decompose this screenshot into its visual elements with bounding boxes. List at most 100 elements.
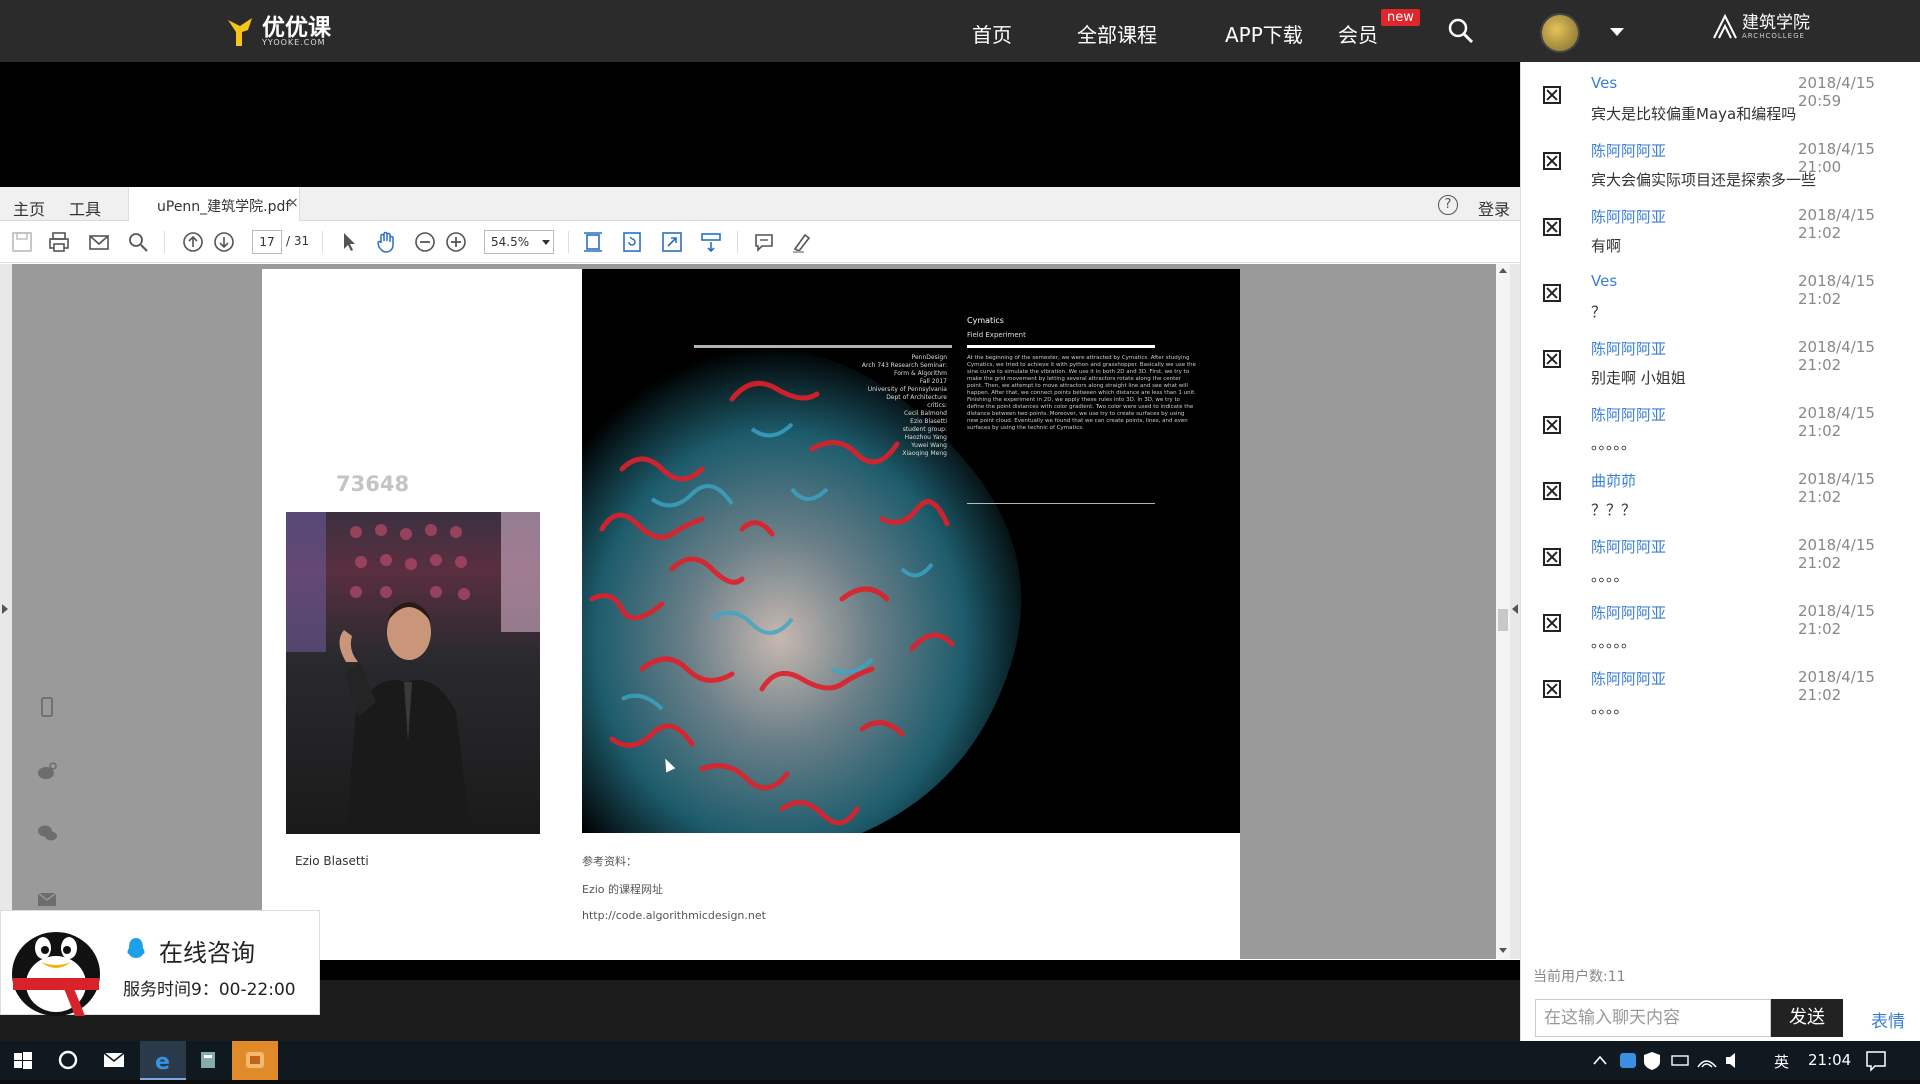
close-box-icon[interactable] <box>1543 218 1561 236</box>
zoom-value: 54.5% <box>491 235 530 249</box>
rotate-view-icon[interactable] <box>620 230 644 254</box>
video-app-icon[interactable] <box>232 1041 278 1080</box>
chat-timestamp: 2018/4/15 21:02 <box>1798 404 1875 440</box>
find-icon[interactable] <box>126 230 150 254</box>
app-window-icon[interactable] <box>186 1041 232 1080</box>
right-panel-toggle[interactable] <box>1510 264 1520 959</box>
weibo-icon[interactable] <box>36 760 58 782</box>
close-box-icon[interactable] <box>1543 482 1561 500</box>
zoom-out-icon[interactable] <box>413 230 437 254</box>
document-tab[interactable]: uPenn_建筑学院.pdf × <box>128 187 300 221</box>
mobile-icon[interactable] <box>36 696 58 718</box>
chat-timestamp: 2018/4/15 21:02 <box>1798 602 1875 638</box>
scroll-mode-icon[interactable] <box>699 230 723 254</box>
artwork-rule <box>967 503 1155 504</box>
scroll-up-arrow-icon[interactable] <box>1499 268 1507 273</box>
nav-app-download[interactable]: APP下载 <box>1225 19 1303 48</box>
close-icon[interactable]: × <box>287 195 299 211</box>
partner-brand[interactable]: 建筑学院 ARCHCOLLEGE <box>1712 14 1810 40</box>
chat-timestamp: 2018/4/15 21:02 <box>1798 206 1875 242</box>
chat-timestamp: 2018/4/15 21:02 <box>1798 272 1875 308</box>
chat-username[interactable]: Ves <box>1591 272 1617 290</box>
taskbar-clock[interactable]: 21:04 <box>1808 1051 1851 1069</box>
chat-username[interactable]: 曲茆茆 <box>1591 470 1636 491</box>
highlight-pen-icon[interactable] <box>790 230 814 254</box>
zoom-in-icon[interactable] <box>444 230 468 254</box>
close-box-icon[interactable] <box>1543 416 1561 434</box>
comment-icon[interactable] <box>752 230 776 254</box>
chat-username[interactable]: 陈阿阿阿亚 <box>1591 338 1666 359</box>
chat-text: ？？？ <box>1591 501 1637 519</box>
close-box-icon[interactable] <box>1543 614 1561 632</box>
select-cursor-icon[interactable] <box>337 230 361 254</box>
page-number-input[interactable]: 17 <box>252 230 282 254</box>
chat-text: 。。。。。 <box>1591 633 1637 651</box>
page-down-icon[interactable] <box>212 230 236 254</box>
chat-timestamp: 2018/4/15 21:02 <box>1798 338 1875 374</box>
logo-text: 优优课 <box>262 15 331 41</box>
video-player[interactable]: 主页 工具 uPenn_建筑学院.pdf × ? 登录 17 / 31 54.5… <box>0 62 1520 1042</box>
chat-username[interactable]: 陈阿阿阿亚 <box>1591 536 1666 557</box>
close-box-icon[interactable] <box>1543 152 1561 170</box>
close-box-icon[interactable] <box>1543 350 1561 368</box>
left-panel-toggle[interactable] <box>0 264 12 959</box>
vertical-scrollbar[interactable] <box>1496 264 1510 959</box>
archcollege-logo-icon <box>1713 14 1737 39</box>
input-language-indicator[interactable]: 英 <box>1774 1051 1789 1072</box>
close-box-icon[interactable] <box>1543 284 1561 302</box>
user-avatar[interactable] <box>1540 13 1580 53</box>
nav-all-courses[interactable]: 全部课程 <box>1077 19 1157 48</box>
close-box-icon[interactable] <box>1543 680 1561 698</box>
full-screen-icon[interactable] <box>660 230 684 254</box>
scrollbar-thumb[interactable] <box>1498 609 1508 631</box>
hand-tool-icon[interactable] <box>374 230 398 254</box>
nav-membership[interactable]: 会员 <box>1338 19 1378 48</box>
help-icon[interactable]: ? <box>1438 195 1458 215</box>
save-icon[interactable] <box>10 230 34 254</box>
close-box-icon[interactable] <box>1543 548 1561 566</box>
chevron-down-icon[interactable] <box>542 240 550 245</box>
mail-app-icon[interactable] <box>92 1041 138 1080</box>
edge-browser-icon[interactable]: e <box>140 1041 186 1080</box>
email-icon[interactable] <box>87 230 111 254</box>
reference-name: Ezio 的课程网址 <box>582 883 664 896</box>
chat-username[interactable]: 陈阿阿阿亚 <box>1591 602 1666 623</box>
menu-tools[interactable]: 工具 <box>69 196 101 220</box>
online-user-count: 当前用户数:11 <box>1533 969 1626 985</box>
search-icon[interactable] <box>1447 17 1475 45</box>
print-icon[interactable] <box>47 230 71 254</box>
reference-url[interactable]: http://code.algorithmicdesign.net <box>582 909 766 922</box>
notification-center-icon[interactable] <box>1864 1049 1888 1073</box>
fit-page-icon[interactable] <box>581 230 605 254</box>
nav-home[interactable]: 首页 <box>972 19 1012 48</box>
chat-username[interactable]: 陈阿阿阿亚 <box>1591 668 1666 689</box>
close-box-icon[interactable] <box>1543 86 1561 104</box>
chat-input[interactable]: 在这输入聊天内容 <box>1535 999 1771 1037</box>
scroll-down-arrow-icon[interactable] <box>1499 948 1507 953</box>
mail-icon[interactable] <box>36 888 58 910</box>
chevron-right-icon[interactable] <box>2 604 8 614</box>
login-link[interactable]: 登录 <box>1478 196 1510 220</box>
chevron-left-icon[interactable] <box>1512 604 1518 614</box>
page-up-icon[interactable] <box>181 230 205 254</box>
toolbar-divider <box>164 231 165 253</box>
portrait-photo <box>286 512 540 834</box>
menu-home[interactable]: 主页 <box>13 196 45 220</box>
toolbar-divider <box>322 231 323 253</box>
logo-icon <box>228 18 252 46</box>
emoji-button[interactable]: 表情 <box>1871 1007 1905 1032</box>
cortana-icon[interactable] <box>46 1041 92 1080</box>
site-logo[interactable]: 优优课 YYOOKE.COM <box>226 14 331 50</box>
brand-subtext: ARCHCOLLEGE <box>1742 32 1805 40</box>
wechat-icon[interactable] <box>36 822 58 844</box>
online-consult-widget[interactable]: 在线咨询 服务时间9：00-22:00 <box>0 910 320 1016</box>
chat-username[interactable]: Ves <box>1591 74 1617 92</box>
chevron-down-icon[interactable] <box>1610 28 1624 36</box>
top-navigation: 优优课 YYOOKE.COM 首页 全部课程 APP下载 会员 new 建筑学院… <box>0 0 1920 62</box>
send-button[interactable]: 发送 <box>1771 999 1843 1037</box>
windows-start-icon[interactable] <box>0 1041 46 1080</box>
windows-taskbar: e 英 21:04 <box>0 1041 1920 1080</box>
chat-username[interactable]: 陈阿阿阿亚 <box>1591 140 1666 161</box>
chat-username[interactable]: 陈阿阿阿亚 <box>1591 404 1666 425</box>
chat-username[interactable]: 陈阿阿阿亚 <box>1591 206 1666 227</box>
